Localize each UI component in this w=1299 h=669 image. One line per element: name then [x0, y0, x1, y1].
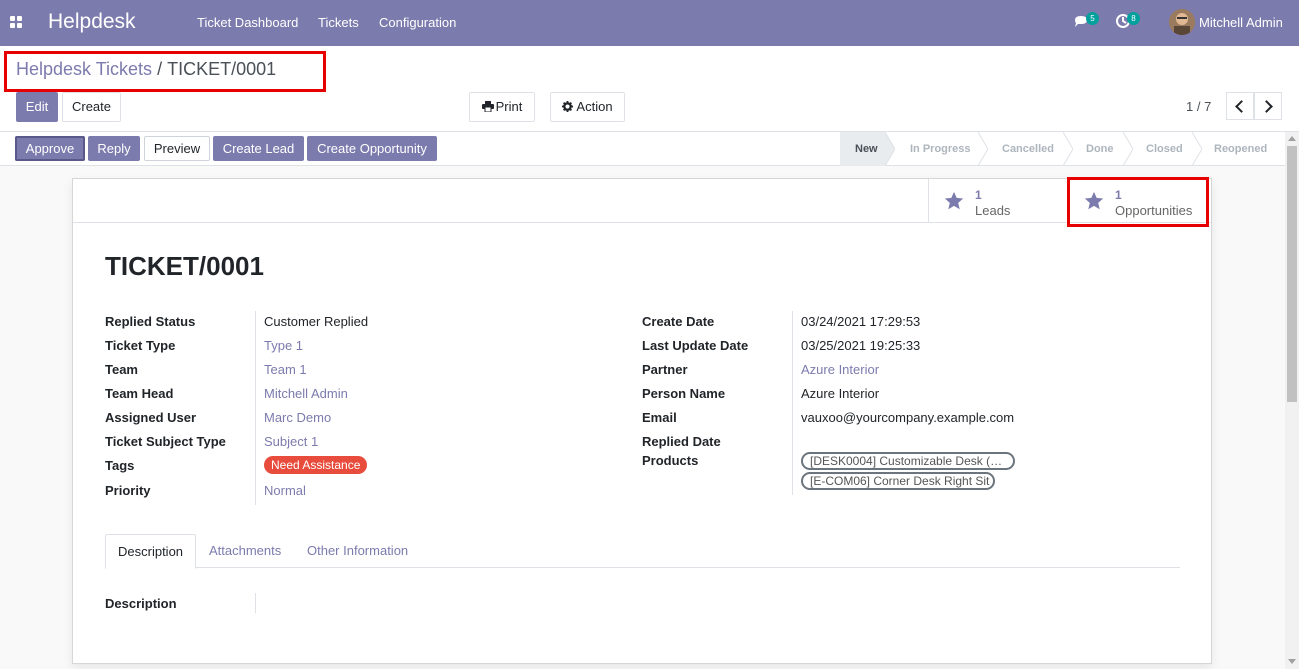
priority-label: Priority	[105, 483, 151, 498]
ticket-type-label: Ticket Type	[105, 338, 176, 353]
pager-previous-button[interactable]	[1226, 92, 1254, 120]
edit-button[interactable]: Edit	[16, 92, 58, 122]
person-name-label: Person Name	[642, 386, 726, 401]
leads-count: 1	[975, 188, 982, 202]
tab-other-information[interactable]: Other Information	[307, 534, 408, 568]
chevron-left-icon	[1235, 100, 1248, 113]
highlight-opportunities-box	[1067, 177, 1209, 227]
page-scrollbar[interactable]	[1285, 132, 1299, 669]
pager-next-button[interactable]	[1254, 92, 1282, 120]
user-avatar[interactable]	[1169, 9, 1195, 35]
form-sheet: 1 Leads 1 Opportunities TICKET/0001 Repl…	[72, 177, 1212, 664]
tags-label: Tags	[105, 458, 135, 473]
last-update-label: Last Update Date	[642, 338, 749, 353]
ticket-title: TICKET/0001	[105, 251, 264, 281]
stage-in-progress[interactable]: In Progress	[910, 132, 971, 166]
person-name-value: Azure Interior	[801, 386, 880, 401]
tab-attachments[interactable]: Attachments	[209, 534, 281, 568]
stage-separator	[1063, 132, 1073, 166]
partner-label: Partner	[642, 362, 688, 377]
stage-separator	[1123, 132, 1133, 166]
scroll-down-icon[interactable]	[1288, 659, 1296, 664]
menu-configuration[interactable]: Configuration	[379, 15, 456, 30]
subject-type-label: Ticket Subject Type	[105, 434, 226, 449]
assigned-user-value[interactable]: Marc Demo	[264, 410, 331, 425]
create-opportunity-button[interactable]: Create Opportunity	[307, 136, 437, 161]
products-label: Products	[642, 453, 699, 468]
approve-button[interactable]: Approve	[15, 136, 85, 161]
subject-type-value[interactable]: Subject 1	[264, 434, 318, 449]
replied-status-value: Customer Replied	[264, 314, 369, 329]
team-head-label: Team Head	[105, 386, 174, 401]
print-label: Print	[495, 99, 523, 114]
replied-status-label: Replied Status	[105, 314, 196, 329]
team-value[interactable]: Team 1	[264, 362, 307, 377]
partner-value[interactable]: Azure Interior	[801, 362, 879, 377]
email-label: Email	[642, 410, 677, 425]
app-brand[interactable]: Helpdesk	[48, 10, 136, 34]
user-name[interactable]: Mitchell Admin	[1199, 15, 1283, 30]
tab-description[interactable]: Description	[105, 534, 197, 569]
reply-button[interactable]: Reply	[88, 136, 140, 161]
stage-pipeline: New In Progress Cancelled Done Closed Re…	[840, 132, 1299, 166]
team-head-value[interactable]: Mitchell Admin	[264, 386, 348, 401]
description-label: Description	[105, 596, 177, 611]
pager-value[interactable]: 1 / 7	[1186, 99, 1211, 114]
action-button[interactable]: Action	[550, 92, 625, 122]
create-lead-button[interactable]: Create Lead	[213, 136, 304, 161]
leads-label: Leads	[975, 203, 1011, 218]
action-label: Action	[576, 99, 613, 114]
stage-new[interactable]: New	[840, 132, 885, 166]
leads-smart-button[interactable]: 1 Leads	[928, 179, 1068, 223]
top-navbar: Helpdesk Ticket Dashboard Tickets Config…	[0, 0, 1299, 46]
apps-grid-icon[interactable]	[10, 16, 23, 29]
highlight-breadcrumb-box	[4, 51, 326, 92]
control-panel: Helpdesk Tickets / TICKET/0001 Edit Create…	[0, 46, 1299, 132]
description-divider	[255, 593, 256, 613]
activities-count-badge: 8	[1127, 12, 1140, 25]
left-group-divider	[255, 311, 256, 505]
stage-separator	[978, 132, 988, 166]
tag-need-assistance[interactable]: Need Assistance	[264, 456, 368, 474]
menu-tickets[interactable]: Tickets	[318, 15, 359, 30]
ticket-type-value[interactable]: Type 1	[264, 338, 303, 353]
print-icon	[481, 101, 494, 113]
smart-button-box: 1 Leads 1 Opportunities	[73, 179, 1211, 223]
replied-date-label: Replied Date	[642, 434, 721, 449]
create-date-value: 03/24/2021 17:29:53	[801, 314, 921, 329]
priority-value[interactable]: Normal	[264, 483, 306, 498]
preview-button[interactable]: Preview	[144, 136, 210, 161]
chevron-right-icon	[1260, 100, 1273, 113]
scrollbar-thumb[interactable]	[1287, 146, 1297, 402]
star-icon	[944, 191, 964, 210]
team-label: Team	[105, 362, 138, 377]
create-date-label: Create Date	[642, 314, 715, 329]
right-group-divider	[792, 311, 793, 495]
product-tag[interactable]: [DESK0004] Customizable Desk (…	[801, 452, 1015, 470]
gear-icon	[562, 101, 574, 112]
create-button[interactable]: Create	[62, 92, 121, 122]
messages-count-badge: 5	[1086, 12, 1099, 25]
stage-cancelled[interactable]: Cancelled	[1002, 132, 1054, 166]
notebook-tabs: Description Attachments Other Informatio…	[105, 534, 1180, 569]
assigned-user-label: Assigned User	[105, 410, 197, 425]
status-bar: Approve Reply Preview Create Lead Create…	[0, 132, 1299, 166]
stage-done[interactable]: Done	[1086, 132, 1114, 166]
stage-separator	[885, 132, 895, 166]
email-value: vauxoo@yourcompany.example.com	[801, 410, 1015, 425]
product-tag[interactable]: [E-COM06] Corner Desk Right Sit	[801, 472, 995, 490]
menu-ticket-dashboard[interactable]: Ticket Dashboard	[197, 15, 298, 30]
last-update-value: 03/25/2021 19:25:33	[801, 338, 921, 353]
stage-separator	[1192, 132, 1202, 166]
print-button[interactable]: Print	[469, 92, 535, 122]
scroll-up-icon[interactable]	[1288, 136, 1296, 141]
stage-reopened[interactable]: Reopened	[1214, 132, 1267, 166]
stage-closed[interactable]: Closed	[1146, 132, 1183, 166]
